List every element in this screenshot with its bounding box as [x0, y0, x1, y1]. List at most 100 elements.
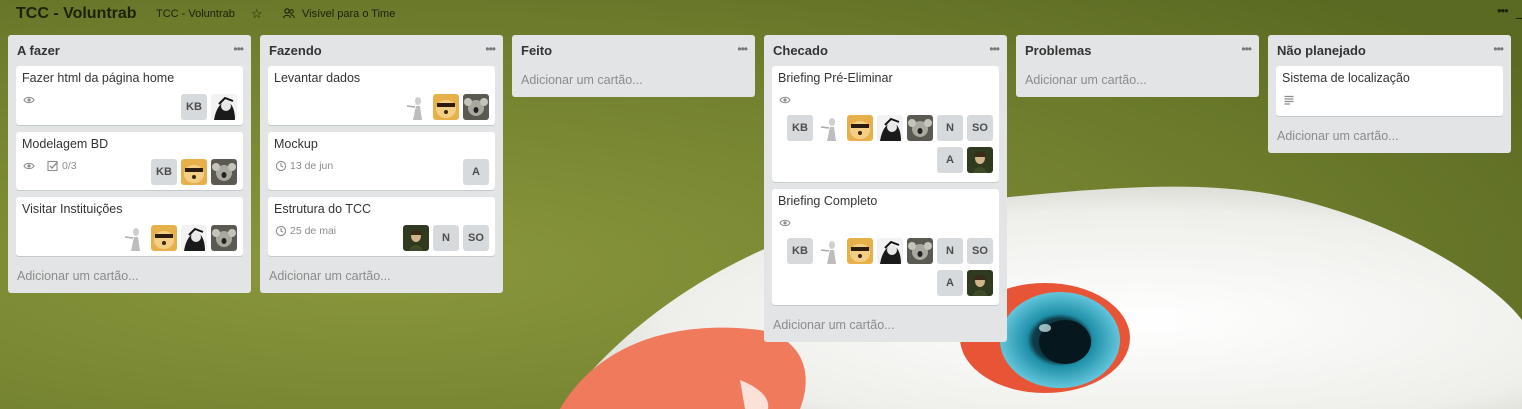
member-avatar-photo[interactable] [967, 270, 993, 296]
member-avatar-initials[interactable]: SO [967, 115, 993, 141]
list-header: Checado ••• [764, 35, 1007, 63]
show-menu-icon[interactable]: ••• [1497, 3, 1509, 18]
card-title: Sistema de localização [1282, 71, 1410, 85]
list-header: A fazer ••• [8, 35, 251, 63]
card-members: A [933, 270, 993, 296]
member-avatar-photo[interactable] [967, 147, 993, 173]
member-avatar-initials[interactable]: KB [181, 94, 207, 120]
member-avatar-photo[interactable] [403, 94, 429, 120]
member-avatar-initials[interactable]: N [937, 115, 963, 141]
member-avatar-initials[interactable]: A [463, 159, 489, 185]
description-icon [1282, 93, 1296, 107]
star-icon[interactable]: ☆ [251, 6, 263, 22]
card-members: KB [177, 94, 237, 120]
add-card-link[interactable]: Adicionar um cartão... [1025, 73, 1147, 87]
ellipsis-icon[interactable]: ••• [989, 42, 1000, 56]
list-name[interactable]: Fazendo [269, 43, 494, 58]
card-title: Modelagem BD [22, 137, 109, 151]
show-menu-link[interactable] [1516, 7, 1522, 19]
ellipsis-icon[interactable]: ••• [737, 42, 748, 56]
member-avatar-photo[interactable] [121, 225, 147, 251]
card-badges: 25 de mai [274, 224, 344, 238]
card[interactable]: Fazer html da página home KB [16, 66, 243, 125]
card[interactable]: Levantar dados [268, 66, 495, 125]
card-badges: 13 de jun [274, 159, 341, 173]
list-name[interactable]: Checado [773, 43, 998, 58]
card-title: Fazer html da página home [22, 71, 175, 85]
member-avatar-initials[interactable]: N [433, 225, 459, 251]
member-avatar-photo[interactable] [151, 225, 177, 251]
ellipsis-icon[interactable]: ••• [1241, 42, 1252, 56]
card[interactable]: Visitar Instituições [16, 197, 243, 256]
list: Problemas ••• Adicionar um cartão... [1016, 35, 1259, 97]
member-avatar-photo[interactable] [403, 225, 429, 251]
card-title: Visitar Instituições [22, 202, 123, 216]
card-members: A [933, 147, 993, 173]
member-avatar-photo[interactable] [817, 115, 843, 141]
badge-text: 13 de jun [290, 160, 334, 172]
member-avatar-initials[interactable]: SO [463, 225, 489, 251]
card[interactable]: Briefing Pré-Eliminar KB N SO A [772, 66, 999, 182]
list: Checado ••• Briefing Pré-Eliminar KB N SO A Bri… [764, 35, 1007, 342]
card[interactable]: Modelagem BD 0/3 KB [16, 132, 243, 190]
eye-icon [778, 216, 792, 230]
member-avatar-photo[interactable] [181, 225, 207, 251]
member-avatar-initials[interactable]: A [937, 147, 963, 173]
eye-icon [22, 93, 36, 107]
card-members: KB [147, 159, 237, 185]
member-avatar-photo[interactable] [877, 238, 903, 264]
add-card-link[interactable]: Adicionar um cartão... [773, 318, 895, 332]
card[interactable]: Mockup 13 de jun A [268, 132, 495, 190]
list-name[interactable]: Problemas [1025, 43, 1250, 58]
card-title: Briefing Completo [778, 194, 878, 208]
member-avatar-initials[interactable]: KB [787, 238, 813, 264]
card[interactable]: Estrutura do TCC 25 de mai N SO [268, 197, 495, 256]
member-avatar-photo[interactable] [211, 159, 237, 185]
list-header: Problemas ••• [1016, 35, 1259, 63]
ellipsis-icon[interactable]: ••• [485, 42, 496, 56]
clock-icon [274, 224, 288, 238]
member-avatar-initials[interactable]: SO [967, 238, 993, 264]
member-avatar-photo[interactable] [817, 238, 843, 264]
member-avatar-photo[interactable] [433, 94, 459, 120]
list-name[interactable]: Não planejado [1277, 43, 1502, 58]
member-avatar-initials[interactable]: KB [151, 159, 177, 185]
member-avatar-photo[interactable] [847, 115, 873, 141]
member-avatar-photo[interactable] [463, 94, 489, 120]
card-title: Briefing Pré-Eliminar [778, 71, 893, 85]
member-avatar-photo[interactable] [181, 159, 207, 185]
board-team-link[interactable]: TCC - Voluntrab [156, 8, 235, 20]
member-avatar-photo[interactable] [211, 94, 237, 120]
clock-icon [274, 159, 288, 173]
list: Fazendo ••• Levantar dados Mockup 13 de jun A… [260, 35, 503, 293]
card[interactable]: Sistema de localização [1276, 66, 1503, 116]
add-card-link[interactable]: Adicionar um cartão... [17, 269, 139, 283]
ellipsis-icon[interactable]: ••• [1493, 42, 1504, 56]
card-members: A [459, 159, 489, 185]
add-card-link[interactable]: Adicionar um cartão... [1277, 129, 1399, 143]
team-icon[interactable] [283, 7, 295, 19]
member-avatar-photo[interactable] [847, 238, 873, 264]
card-badges [22, 93, 46, 107]
list-name[interactable]: Feito [521, 43, 746, 58]
add-card-link[interactable]: Adicionar um cartão... [269, 269, 391, 283]
card-badges [778, 216, 802, 230]
member-avatar-initials[interactable]: A [937, 270, 963, 296]
badge-text: 0/3 [62, 160, 77, 172]
board-title[interactable]: TCC - Voluntrab [16, 5, 137, 23]
member-avatar-photo[interactable] [907, 115, 933, 141]
member-avatar-initials[interactable]: KB [787, 115, 813, 141]
card-members [117, 225, 237, 251]
member-avatar-photo[interactable] [877, 115, 903, 141]
member-avatar-initials[interactable]: N [937, 238, 963, 264]
board-header: TCC - Voluntrab TCC - Voluntrab ☆ Visíve… [0, 0, 1522, 30]
member-avatar-photo[interactable] [907, 238, 933, 264]
list-name[interactable]: A fazer [17, 43, 242, 58]
add-card-link[interactable]: Adicionar um cartão... [521, 73, 643, 87]
board-visibility[interactable]: Visível para o Time [302, 8, 395, 20]
card-members: KB N SO [783, 115, 993, 141]
ellipsis-icon[interactable]: ••• [233, 42, 244, 56]
member-avatar-photo[interactable] [211, 225, 237, 251]
card[interactable]: Briefing Completo KB N SO A [772, 189, 999, 305]
list-header: Não planejado ••• [1268, 35, 1511, 63]
